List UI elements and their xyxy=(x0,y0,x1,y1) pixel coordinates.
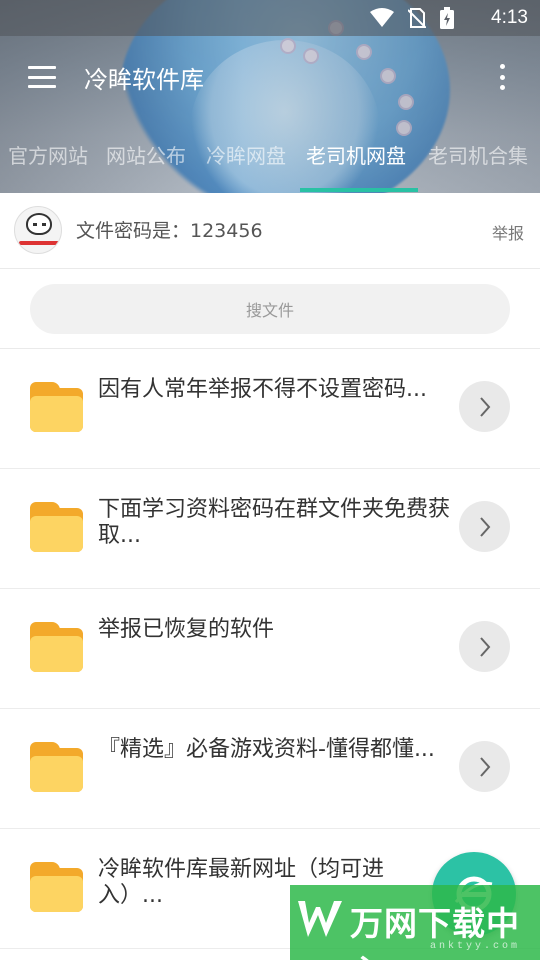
list-item[interactable]: 『精选』必备游戏资料-懂得都懂... xyxy=(0,709,540,829)
chevron-right-icon xyxy=(479,516,490,537)
file-title: 因有人常年举报不得不设置密码... xyxy=(98,377,427,402)
tab-laosiji-collection[interactable]: 老司机合集 xyxy=(428,140,528,169)
chevron-right-icon xyxy=(479,396,490,417)
file-title: 下面学习资料密码在群文件夹免费获取... xyxy=(98,497,451,548)
battery-charging-icon xyxy=(440,7,454,29)
file-title: 举报已恢复的软件 xyxy=(98,617,275,642)
menu-icon[interactable] xyxy=(28,66,56,88)
open-button[interactable] xyxy=(459,741,510,792)
open-button[interactable] xyxy=(459,621,510,672)
w-logo-icon xyxy=(298,901,342,937)
folder-icon xyxy=(30,502,83,552)
more-vert-icon[interactable] xyxy=(498,64,506,90)
tab-site-announcement[interactable]: 网站公布 xyxy=(106,140,186,169)
header: 4:13 冷眸软件库 官方网站 网站公布 冷眸网盘 老司机网盘 老司机合集 xyxy=(0,0,540,193)
status-time: 4:13 xyxy=(491,7,528,28)
file-title: 『精选』必备游戏资料-懂得都懂... xyxy=(98,737,435,762)
search-section: 搜文件 xyxy=(0,269,540,349)
folder-icon xyxy=(30,382,83,432)
tab-official-site[interactable]: 官方网站 xyxy=(8,140,88,169)
list-item[interactable]: 下面学习资料密码在群文件夹免费获取... xyxy=(0,469,540,589)
chevron-right-icon xyxy=(479,636,490,657)
wifi-icon xyxy=(370,8,394,27)
tab-indicator xyxy=(300,188,418,192)
no-sim-icon xyxy=(408,8,426,28)
list-item[interactable]: 因有人常年举报不得不设置密码... xyxy=(0,349,540,469)
search-input[interactable]: 搜文件 xyxy=(30,284,510,334)
watermark-sub: anktyy.com xyxy=(430,941,521,952)
tab-lengmou-disk[interactable]: 冷眸网盘 xyxy=(206,140,286,169)
folder-icon xyxy=(30,622,83,672)
tab-bar: 官方网站 网站公布 冷眸网盘 老司机网盘 老司机合集 xyxy=(0,140,540,174)
chevron-right-icon xyxy=(479,756,490,777)
password-text: 文件密码是：123456 xyxy=(76,220,263,242)
report-button[interactable]: 举报 xyxy=(492,220,524,244)
status-bar: 4:13 xyxy=(0,0,540,36)
watermark: 万网下载中心 anktyy.com xyxy=(290,885,540,960)
app-title: 冷眸软件库 xyxy=(84,66,204,94)
folder-icon xyxy=(30,862,83,912)
tab-laosiji-disk[interactable]: 老司机网盘 xyxy=(306,140,406,169)
open-button[interactable] xyxy=(459,381,510,432)
folder-icon xyxy=(30,742,83,792)
open-button[interactable] xyxy=(459,501,510,552)
password-info-row: 文件密码是：123456 举报 xyxy=(0,193,540,269)
list-item[interactable]: 举报已恢复的软件 xyxy=(0,589,540,709)
avatar xyxy=(14,206,62,254)
